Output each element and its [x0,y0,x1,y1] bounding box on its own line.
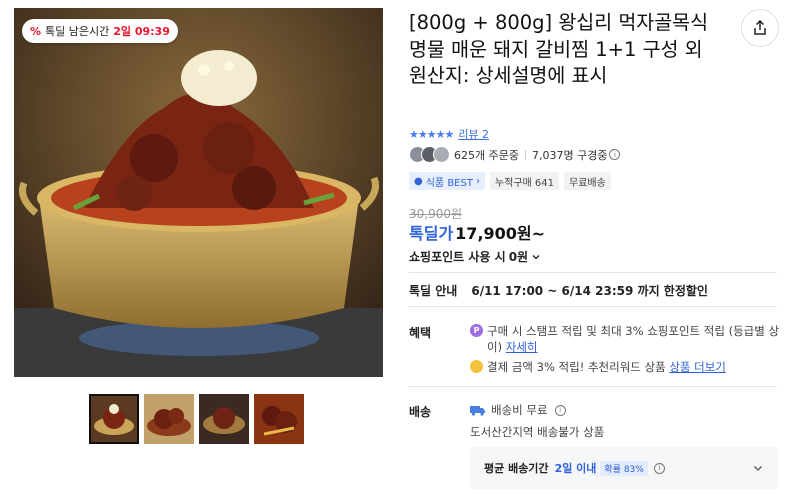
thumbnail-2[interactable] [144,394,194,444]
product-main-image[interactable] [14,8,383,377]
chevron-down-icon [532,254,540,259]
deal-timer-badge: % 톡딜 남은시간 2일 09:39 [22,19,178,43]
star-rating-icon: ★★★★★ [409,127,454,141]
review-link[interactable]: 리뷰 2 [458,126,489,142]
divider [409,306,777,307]
shipping-restriction: 도서산간지역 배송불가 상품 [470,425,605,439]
avg-delivery-value: 2일 이내 [554,462,597,475]
probability-badge: 확률 83% [600,460,648,476]
order-count: 625개 주문중 [454,148,519,162]
divider [409,386,777,387]
thumbnail-1[interactable] [89,394,139,444]
details-link[interactable]: 자세히 [506,340,538,354]
best-badge[interactable]: ● 식품 BEST › [409,172,485,190]
timer-label: 톡딜 남은시간 [45,25,110,38]
deal-info-label: 톡딜 안내 [409,284,458,298]
deal-price-amount: 17,900원~ [455,224,546,243]
point-icon: P [470,324,483,337]
thumbnail-3[interactable] [199,394,249,444]
info-icon[interactable]: i [653,462,665,474]
percent-icon: % [30,24,42,38]
best-badge-label: 식품 BEST [425,177,473,189]
shipping-fee-row: 배송비 무료 i [470,402,566,418]
deal-price-label: 톡딜가 [409,224,454,243]
benefit-text: 결제 금액 3% 적립! 추천리워드 상품 [487,360,666,374]
divider [409,272,777,273]
points-label: 쇼핑포인트 사용 시 [409,250,506,264]
timer-value: 2일 09:39 [113,25,170,38]
thumbnail-4[interactable] [254,394,304,444]
free-shipping-badge: 무료배송 [564,172,611,190]
viewer-count: 7,037명 구경중 [531,148,608,162]
rating-row: ★★★★★ 리뷰 2 [409,126,489,142]
shipping-fee: 배송비 무료 [491,403,548,417]
deal-price: 톡딜가 17,900원~ [409,220,545,244]
shipping-label: 배송 [409,405,432,419]
delivery-estimate-box[interactable]: 평균 배송기간 2일 이내 확률 83% i [470,447,778,489]
more-products-link[interactable]: 상품 더보기 [669,360,726,374]
deal-info-value: 6/11 17:00 ~ 6/14 23:59 까지 한정할인 [471,284,708,298]
truck-icon [470,405,485,416]
activity-stats: 625개 주문중 7,037명 구경중 i [409,146,621,163]
share-button[interactable] [741,9,779,47]
info-icon[interactable]: i [554,404,566,416]
points-dropdown[interactable]: 쇼핑포인트 사용 시 0원 [409,248,541,265]
benefit-item-reward: 결제 금액 3% 적립! 추천리워드 상품 상품 더보기 [470,359,780,375]
product-title: [800g + 800g] 왕십리 먹자골목식 명물 매운 돼지 갈비찜 1+1… [409,11,709,87]
deal-info-row: 톡딜 안내 6/11 17:00 ~ 6/14 23:59 까지 한정할인 [409,282,708,299]
badge-row: ● 식품 BEST › 누적구매 641 무료배송 [409,172,611,190]
avatar [433,146,450,163]
info-icon[interactable]: i [609,149,621,160]
best-icon: ● [414,175,423,187]
avg-delivery-label: 평균 배송기간 [484,462,549,475]
divider [524,149,526,160]
points-amount: 0원 [508,250,529,264]
buyer-avatars [409,146,450,163]
cumulative-badge: 누적구매 641 [489,172,560,190]
thumbnail-strip [89,394,304,444]
chevron-right-icon: › [475,175,480,187]
share-icon [754,20,766,35]
chevron-down-icon [754,466,762,471]
coin-icon [470,360,483,373]
benefits-label: 혜택 [409,326,432,340]
benefit-item-stamp: P 구매 시 스탬프 적립 및 최대 3% 쇼핑포인트 적립 (등급별 상이) … [470,323,780,355]
